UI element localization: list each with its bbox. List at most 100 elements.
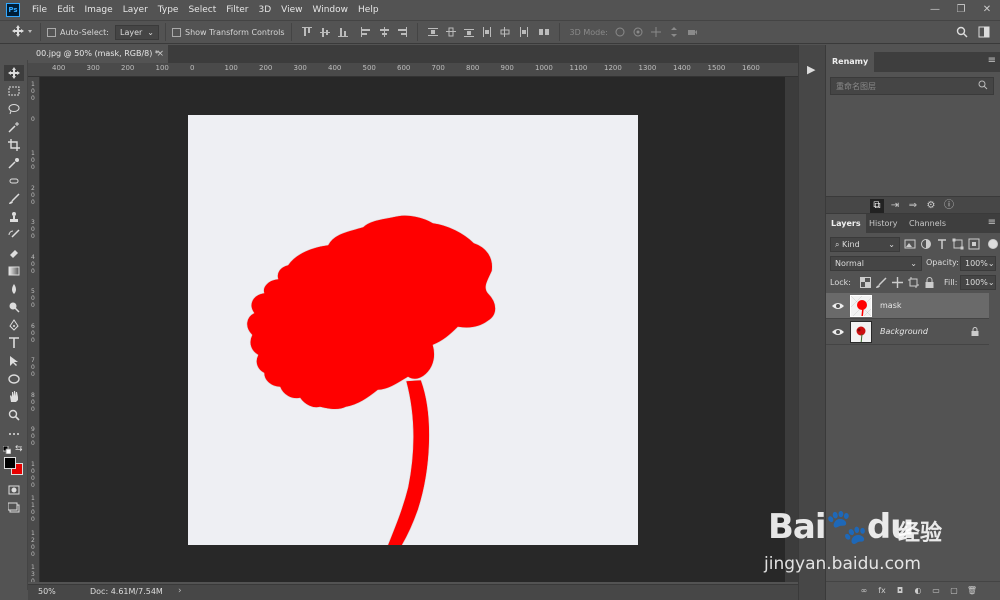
screen-mode-icon[interactable] (4, 500, 24, 516)
auto-align-icon[interactable] (538, 26, 550, 38)
more-tools-icon[interactable] (4, 426, 24, 442)
path-selection-tool-icon[interactable] (4, 353, 24, 369)
tab-history[interactable]: History (864, 214, 902, 233)
workspace-icon[interactable] (978, 26, 990, 41)
group-folder-icon[interactable]: ▭ (930, 585, 942, 597)
layer-name[interactable]: mask (880, 301, 902, 310)
align-vcenter-icon[interactable] (319, 26, 331, 38)
gradient-tool-icon[interactable] (4, 263, 24, 279)
default-colors-icon[interactable] (2, 445, 12, 455)
distribute-top-icon[interactable] (427, 26, 439, 38)
pixel-filter-icon[interactable] (904, 238, 916, 250)
show-transform-checkbox[interactable] (171, 27, 181, 37)
menu-type[interactable]: Type (158, 5, 179, 15)
distribute-right-icon[interactable] (517, 26, 529, 38)
align-left-icon[interactable] (360, 26, 372, 38)
auto-select-dropdown[interactable]: Layer ⌄ (114, 24, 159, 40)
quick-mask-icon[interactable] (4, 482, 24, 498)
eyedropper-tool-icon[interactable] (4, 155, 24, 171)
layer-row-background[interactable]: Background (826, 319, 989, 345)
menu-help[interactable]: Help (358, 5, 379, 15)
renamy-panel-tab[interactable]: Renamy (826, 52, 875, 72)
arrow-right-bar-icon[interactable]: ⇥ (888, 199, 902, 213)
tab-channels[interactable]: Channels (904, 214, 951, 233)
align-hcenter-icon[interactable] (378, 26, 390, 38)
info-icon[interactable]: ⓘ (942, 199, 956, 213)
panel-menu-icon[interactable]: ≡ (988, 55, 996, 66)
panel-menu-icon[interactable]: ≡ (988, 217, 996, 228)
move-tool-preset-icon[interactable] (12, 24, 34, 40)
swap-colors-icon[interactable]: ⇆ (15, 444, 23, 454)
3d-rotate-icon[interactable] (614, 26, 626, 38)
status-menu-arrow-icon[interactable]: › (178, 586, 182, 596)
layer-name[interactable]: Background (880, 327, 928, 336)
add-mask-icon[interactable]: ◘ (894, 585, 906, 597)
distribute-vcenter-icon[interactable] (445, 26, 457, 38)
smart-object-filter-icon[interactable] (968, 238, 980, 250)
play-icon[interactable]: ▶ (807, 63, 815, 76)
gear-icon[interactable]: ⚙ (924, 199, 938, 213)
lock-transparent-icon[interactable] (860, 277, 871, 288)
blend-mode-dropdown[interactable]: Normal ⌄ (830, 256, 922, 271)
distribute-hcenter-icon[interactable] (499, 26, 511, 38)
lock-all-icon[interactable] (924, 277, 935, 288)
filter-toggle[interactable] (988, 239, 998, 249)
eye-icon[interactable] (832, 301, 844, 311)
type-tool-icon[interactable] (4, 335, 24, 351)
brush-tool-icon[interactable] (4, 191, 24, 207)
adjustment-filter-icon[interactable] (920, 238, 932, 250)
menu-image[interactable]: Image (85, 5, 113, 15)
trash-icon[interactable]: 🗑 (966, 585, 978, 597)
kind-filter-dropdown[interactable]: ⌕ Kind ⌄ (830, 237, 900, 252)
document-canvas[interactable] (188, 115, 638, 545)
zoom-tool-icon[interactable] (4, 407, 24, 423)
zoom-level[interactable]: 50% (38, 587, 56, 596)
search-icon[interactable] (978, 80, 988, 93)
align-bottom-icon[interactable] (337, 26, 349, 38)
shape-filter-icon[interactable] (952, 238, 964, 250)
menu-file[interactable]: File (32, 5, 47, 15)
marquee-tool-icon[interactable] (4, 83, 24, 99)
minimize-button[interactable]: — (922, 0, 948, 19)
distribute-left-icon[interactable] (481, 26, 493, 38)
clone-stamp-tool-icon[interactable] (4, 209, 24, 225)
menu-view[interactable]: View (281, 5, 302, 15)
hand-tool-icon[interactable] (4, 389, 24, 405)
eye-icon[interactable] (832, 327, 844, 337)
renamy-plugin-icon[interactable]: ⧉ (870, 199, 884, 213)
dodge-tool-icon[interactable] (4, 299, 24, 315)
pen-tool-icon[interactable] (4, 317, 24, 333)
history-brush-tool-icon[interactable] (4, 227, 24, 243)
document-tab[interactable]: 00.jpg @ 50% (mask, RGB/8) * × (28, 45, 168, 63)
eraser-tool-icon[interactable] (4, 245, 24, 261)
3d-roll-icon[interactable] (632, 26, 644, 38)
ellipse-tool-icon[interactable] (4, 371, 24, 387)
3d-slide-icon[interactable] (668, 26, 680, 38)
blur-tool-icon[interactable] (4, 281, 24, 297)
menu-edit[interactable]: Edit (57, 5, 74, 15)
lock-pixels-icon[interactable] (876, 277, 887, 288)
3d-scale-icon[interactable] (686, 26, 698, 38)
fill-field[interactable]: 100% ⌄ (960, 275, 996, 290)
tab-layers[interactable]: Layers (826, 214, 866, 233)
lock-icon[interactable] (971, 327, 979, 339)
menu-layer[interactable]: Layer (123, 5, 148, 15)
foreground-color-swatch[interactable] (4, 457, 16, 469)
healing-brush-tool-icon[interactable] (4, 173, 24, 189)
crop-tool-icon[interactable] (4, 137, 24, 153)
restore-button[interactable]: ❐ (948, 0, 974, 19)
opacity-field[interactable]: 100% ⌄ (960, 256, 996, 271)
menu-select[interactable]: Select (188, 5, 216, 15)
lock-position-icon[interactable] (892, 277, 903, 288)
distribute-bottom-icon[interactable] (463, 26, 475, 38)
layer-row-mask[interactable]: mask (826, 293, 989, 319)
align-top-icon[interactable] (301, 26, 313, 38)
magic-wand-tool-icon[interactable] (4, 119, 24, 135)
3d-pan-icon[interactable] (650, 26, 662, 38)
menu-filter[interactable]: Filter (226, 5, 248, 15)
search-icon[interactable] (956, 26, 968, 41)
close-icon[interactable]: × (156, 45, 164, 63)
lasso-tool-icon[interactable] (4, 101, 24, 117)
move-tool-icon[interactable] (4, 65, 24, 81)
lock-artboard-icon[interactable] (908, 277, 919, 288)
